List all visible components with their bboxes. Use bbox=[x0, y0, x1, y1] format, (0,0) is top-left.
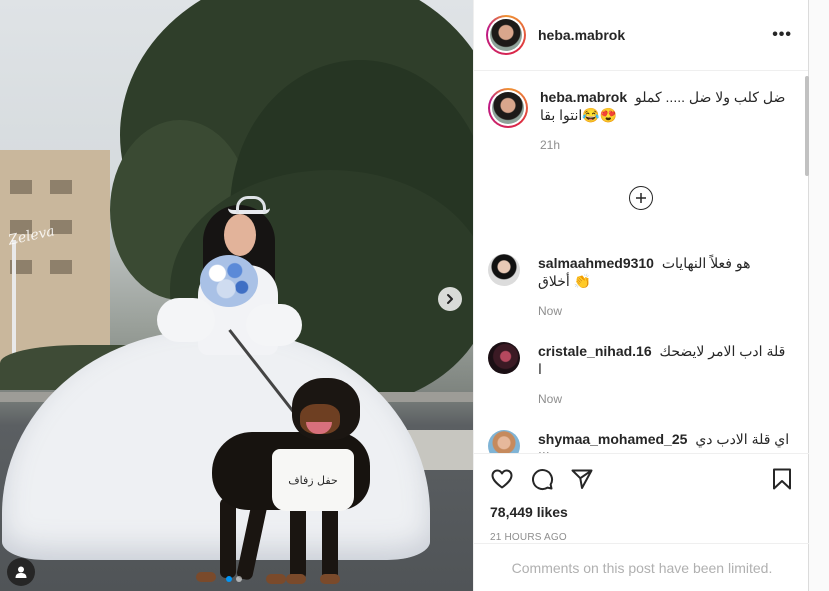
window-gutter bbox=[809, 0, 829, 591]
comment-item: shymaa_mohamed_25 اي قلة الادب دي !!! bbox=[488, 430, 794, 453]
post-header: heba.mabrok ••• bbox=[474, 0, 808, 71]
paper-plane-icon bbox=[571, 469, 593, 489]
caption-text-line1: ضل كلب ولا ضل ..... كملو bbox=[635, 89, 786, 105]
comment-text-continued: ا bbox=[538, 361, 542, 377]
post-actions: 78,449 likes 21 HOURS AGO bbox=[474, 453, 810, 543]
load-more-comments-button[interactable] bbox=[629, 186, 653, 210]
likes-count[interactable]: 78,449 likes bbox=[490, 504, 794, 520]
carousel-indicator bbox=[226, 576, 242, 582]
tiara bbox=[228, 196, 270, 214]
author-username[interactable]: heba.mabrok bbox=[538, 27, 625, 43]
comment-button[interactable] bbox=[530, 467, 554, 491]
comment-avatar[interactable] bbox=[488, 342, 520, 374]
caption-username[interactable]: heba.mabrok bbox=[540, 89, 627, 105]
caption-avatar[interactable] bbox=[488, 88, 528, 128]
more-options-icon[interactable]: ••• bbox=[772, 26, 792, 44]
dog-sign: حفل زفاف bbox=[272, 449, 354, 511]
comment-text: اي قلة الادب دي bbox=[695, 431, 790, 447]
user-tag-icon bbox=[15, 566, 27, 578]
comments-list[interactable]: heba.mabrok ضل كلب ولا ضل ..... كملو انت… bbox=[474, 72, 810, 453]
post-photo[interactable]: Zeleva حفل زفاف bbox=[0, 0, 473, 591]
post-timestamp[interactable]: 21 HOURS AGO bbox=[490, 532, 794, 543]
post-caption: heba.mabrok ضل كلب ولا ضل ..... كملو انت… bbox=[488, 88, 794, 238]
comment-username[interactable]: shymaa_mohamed_25 bbox=[538, 431, 687, 447]
like-button[interactable] bbox=[490, 467, 514, 491]
comment-username[interactable]: cristale_nihad.16 bbox=[538, 343, 652, 359]
comment-time[interactable]: Now bbox=[538, 304, 751, 318]
carousel-dot-active bbox=[226, 576, 232, 582]
comment-text: هو فعلاً النهايات bbox=[661, 255, 751, 271]
comment-item: cristale_nihad.16 قلة ادب الامر لايضحك ا… bbox=[488, 342, 794, 430]
share-button[interactable] bbox=[570, 467, 594, 491]
comments-limited-notice: Comments on this post have been limited. bbox=[474, 543, 810, 591]
plus-circle-icon bbox=[636, 193, 646, 203]
tagged-users-button[interactable] bbox=[7, 558, 35, 586]
bouquet bbox=[200, 255, 258, 307]
heart-icon bbox=[491, 469, 513, 489]
next-slide-button[interactable] bbox=[438, 287, 462, 311]
comment-time[interactable]: Now bbox=[538, 392, 785, 406]
bride-face bbox=[224, 214, 256, 256]
chevron-right-icon bbox=[447, 294, 453, 304]
carousel-dot bbox=[236, 576, 242, 582]
comment-avatar[interactable] bbox=[488, 430, 520, 453]
caption-time[interactable]: 21h bbox=[540, 138, 785, 152]
comment-item: salmaahmed9310 هو فعلاً النهايات أخلاق 👏… bbox=[488, 254, 794, 342]
bookmark-icon bbox=[773, 468, 791, 490]
comment-text: قلة ادب الامر لايضحك bbox=[659, 343, 786, 359]
comment-avatar[interactable] bbox=[488, 254, 520, 286]
caption-text-line2: انتوا بقا😂😍 bbox=[540, 107, 618, 123]
save-button[interactable] bbox=[770, 467, 794, 491]
comment-text-continued: أخلاق 👏 bbox=[538, 273, 592, 289]
comment-username[interactable]: salmaahmed9310 bbox=[538, 255, 654, 271]
post-side-panel: heba.mabrok ••• heba.mabrok ضل كلب ولا ض… bbox=[473, 0, 810, 591]
comment-icon bbox=[532, 469, 554, 491]
author-avatar[interactable] bbox=[486, 15, 526, 55]
